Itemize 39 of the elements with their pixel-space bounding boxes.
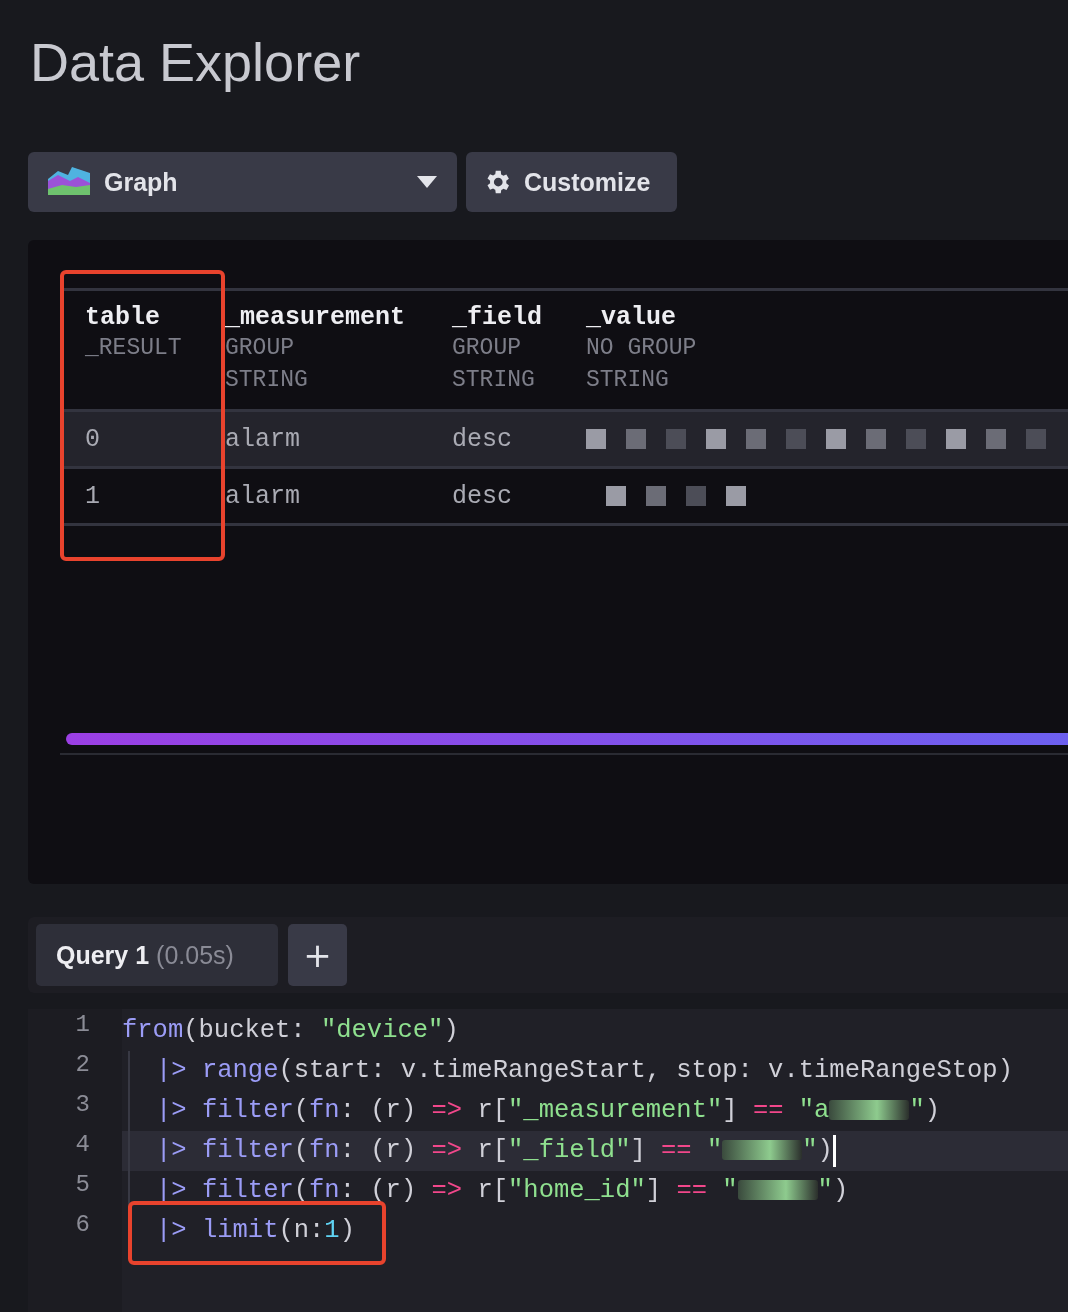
line-number: 1 [74, 1011, 91, 1040]
line-number: 3 [74, 1091, 91, 1120]
column-header: _measurement [225, 303, 406, 332]
column-header: _value [586, 303, 676, 332]
table-cell: 1 [85, 481, 100, 511]
column-group: _RESULT [85, 332, 182, 364]
code-line: |> range(start: v.timeRangeStart, stop: v.timeRangeStop) [128, 1051, 1013, 1091]
column-type: STRING [586, 366, 669, 395]
text-cursor [832, 1135, 836, 1167]
column-group: GROUP [225, 332, 294, 364]
column-type: STRING [452, 366, 535, 395]
scrollbar[interactable] [66, 733, 1068, 745]
table-cell: desc [452, 424, 512, 454]
column-group: GROUP [452, 332, 521, 364]
code-line: |> limit(n:1) [128, 1211, 355, 1251]
table-row[interactable]: 1 alarm desc [60, 469, 1068, 526]
line-number: 4 [74, 1131, 91, 1160]
column-group: NO GROUP [586, 332, 697, 364]
code-line: |> filter(fn: (r) => r["_field"] == " ") [128, 1131, 833, 1171]
add-query-button[interactable]: + [288, 924, 347, 986]
page-title: Data Explorer [29, 31, 361, 94]
query-tab[interactable]: Query 1 (0.05s) [36, 924, 278, 986]
code-line: from(bucket: "device") [122, 1015, 459, 1047]
table-cell: alarm [225, 424, 300, 454]
customize-button[interactable]: Customize [466, 152, 677, 212]
table-cell: 0 [85, 424, 100, 454]
area-chart-icon [48, 167, 90, 197]
table-cell: alarm [225, 481, 300, 511]
column-header: table [85, 303, 160, 332]
column-type: STRING [225, 366, 308, 395]
table-cell: desc [452, 481, 512, 511]
line-number: 6 [74, 1211, 91, 1240]
code-line: |> filter(fn: (r) => r["home_id"] == " ") [128, 1171, 849, 1211]
view-type-dropdown[interactable]: Graph [28, 152, 457, 212]
column-header: _field [452, 303, 542, 332]
caret-icon [417, 176, 437, 188]
line-number: 5 [74, 1171, 91, 1200]
code-editor[interactable] [28, 1009, 1068, 1312]
line-number: 2 [74, 1051, 91, 1080]
